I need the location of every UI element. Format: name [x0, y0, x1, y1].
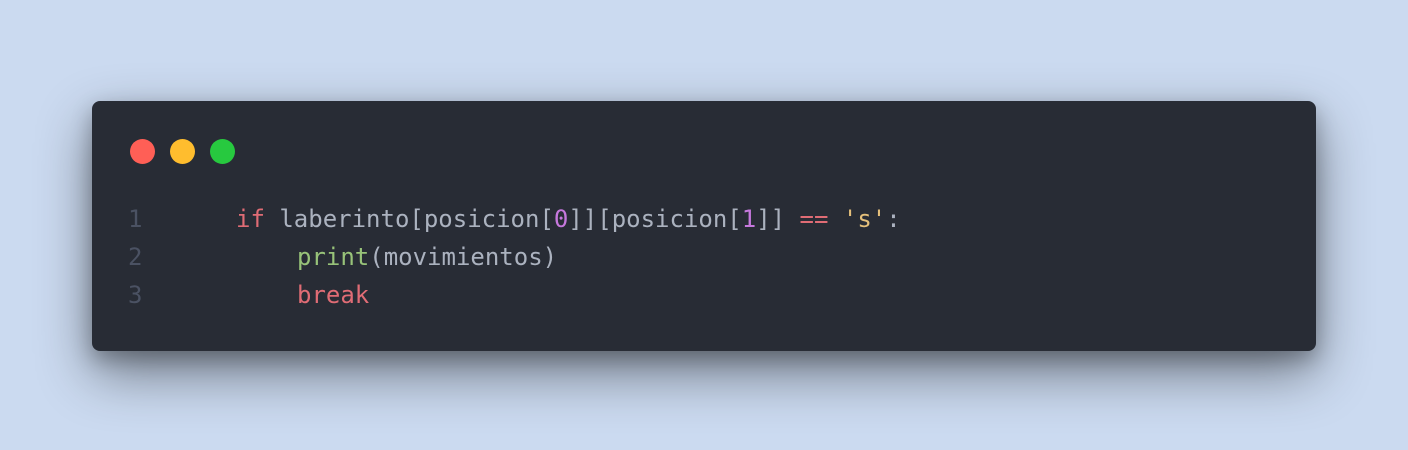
string-token: 's' [842, 205, 887, 233]
code-text: if laberinto[posicion[0]][posicion[1]] =… [236, 200, 901, 238]
code-token: (movimientos) [369, 243, 558, 271]
minimize-dot-icon[interactable] [170, 139, 195, 164]
code-block: 1 if laberinto[posicion[0]][posicion[1]]… [92, 200, 1316, 314]
code-token: ]][posicion[ [568, 205, 742, 233]
keyword-token: if [236, 205, 265, 233]
code-token: laberinto[posicion[ [264, 205, 554, 233]
line-number: 3 [128, 281, 143, 309]
code-token: ]] [756, 205, 800, 233]
keyword-token: break [297, 281, 370, 309]
code-line: 2 print(movimientos) [92, 238, 1316, 276]
code-window: 1 if laberinto[posicion[0]][posicion[1]]… [92, 101, 1316, 351]
function-token: print [297, 243, 370, 271]
close-dot-icon[interactable] [130, 139, 155, 164]
code-line: 1 if laberinto[posicion[0]][posicion[1]]… [92, 200, 1316, 238]
operator-token: == [799, 205, 829, 233]
line-number: 2 [128, 243, 143, 271]
code-text: print(movimientos) [297, 238, 557, 276]
line-number: 1 [128, 205, 143, 233]
code-text: break [297, 276, 369, 314]
number-token: 1 [741, 205, 757, 233]
maximize-dot-icon[interactable] [210, 139, 235, 164]
number-token: 0 [553, 205, 569, 233]
code-line: 3 break [92, 276, 1316, 314]
code-token: : [886, 205, 901, 233]
